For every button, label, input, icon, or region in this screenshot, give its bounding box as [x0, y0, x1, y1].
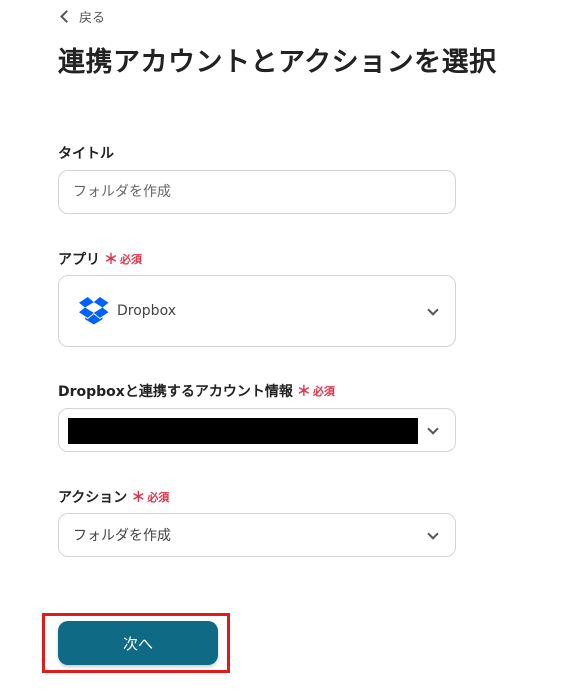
- app-label-text: アプリ: [58, 252, 100, 268]
- action-select-value: フォルダを作成: [73, 514, 171, 556]
- back-label: 戻る: [79, 11, 106, 26]
- back-link[interactable]: 戻る: [60, 7, 106, 26]
- chevron-down-icon: [427, 423, 439, 435]
- app-field-label: アプリ ＊ 必須: [58, 249, 142, 269]
- action-select[interactable]: フォルダを作成: [58, 513, 456, 557]
- required-asterisk: ＊: [104, 252, 118, 268]
- next-button[interactable]: 次へ: [58, 621, 218, 665]
- action-field-label: アクション ＊ 必須: [58, 487, 169, 507]
- required-asterisk: ＊: [131, 490, 146, 506]
- title-label-text: タイトル: [58, 146, 114, 162]
- redacted-account-value: [68, 418, 418, 444]
- page-title: 連携アカウントとアクションを選択: [58, 47, 497, 78]
- page: 戻る 連携アカウントとアクションを選択 タイトル アプリ ＊ 必須 Dropbo…: [0, 0, 582, 696]
- required-badge: 必須: [147, 491, 170, 504]
- title-field-box: [58, 170, 456, 214]
- app-select-label: Dropbox: [117, 303, 176, 319]
- action-label-text: アクション: [58, 490, 128, 506]
- title-field-label: タイトル: [58, 143, 114, 163]
- chevron-down-icon: [427, 528, 439, 540]
- dropbox-icon: [79, 297, 109, 325]
- chevron-down-icon: [427, 304, 439, 316]
- app-select[interactable]: Dropbox: [58, 275, 456, 347]
- action-select-label: フォルダを作成: [73, 528, 171, 544]
- chevron-left-icon: [60, 10, 73, 23]
- account-label-text: Dropboxと連携するアカウント情報: [58, 384, 293, 400]
- account-field-label: Dropboxと連携するアカウント情報 ＊ 必須: [58, 381, 335, 401]
- app-select-value: Dropbox: [73, 276, 176, 346]
- required-asterisk: ＊: [296, 384, 311, 400]
- account-select[interactable]: [58, 408, 456, 452]
- title-input[interactable]: [59, 171, 455, 213]
- required-badge: 必須: [312, 385, 335, 398]
- required-badge: 必須: [120, 253, 142, 266]
